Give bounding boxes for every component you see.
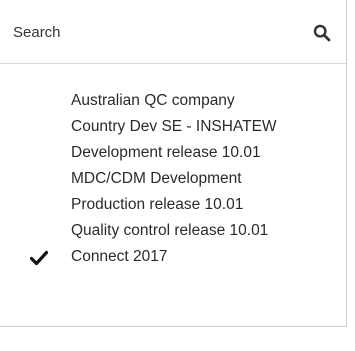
list-item-label: Development release 10.01 [71, 144, 261, 161]
list-item[interactable]: Quality control release 10.01 [0, 218, 346, 244]
list-item-label: Connect 2017 [71, 248, 168, 265]
list-item-label: Country Dev SE - INSHATEW [71, 118, 277, 135]
dropdown-panel: Australian QC company Country Dev SE - I… [0, 0, 347, 327]
list-item-selected[interactable]: Connect 2017 [0, 244, 346, 270]
search-input[interactable] [13, 18, 293, 46]
list-item[interactable]: Development release 10.01 [0, 140, 346, 166]
list-item-label: Australian QC company [71, 92, 235, 109]
list-item[interactable]: Country Dev SE - INSHATEW [0, 114, 346, 140]
list-item-label: Quality control release 10.01 [71, 222, 269, 239]
checkmark-icon [29, 249, 49, 266]
list-item[interactable]: MDC/CDM Development [0, 166, 346, 192]
search-bar [0, 0, 346, 64]
project-list: Australian QC company Country Dev SE - I… [0, 88, 346, 270]
list-item-label: Production release 10.01 [71, 196, 244, 213]
list-item-label: MDC/CDM Development [71, 170, 242, 187]
list-item[interactable]: Production release 10.01 [0, 192, 346, 218]
list-item[interactable]: Australian QC company [0, 88, 346, 114]
search-icon[interactable] [310, 21, 334, 45]
